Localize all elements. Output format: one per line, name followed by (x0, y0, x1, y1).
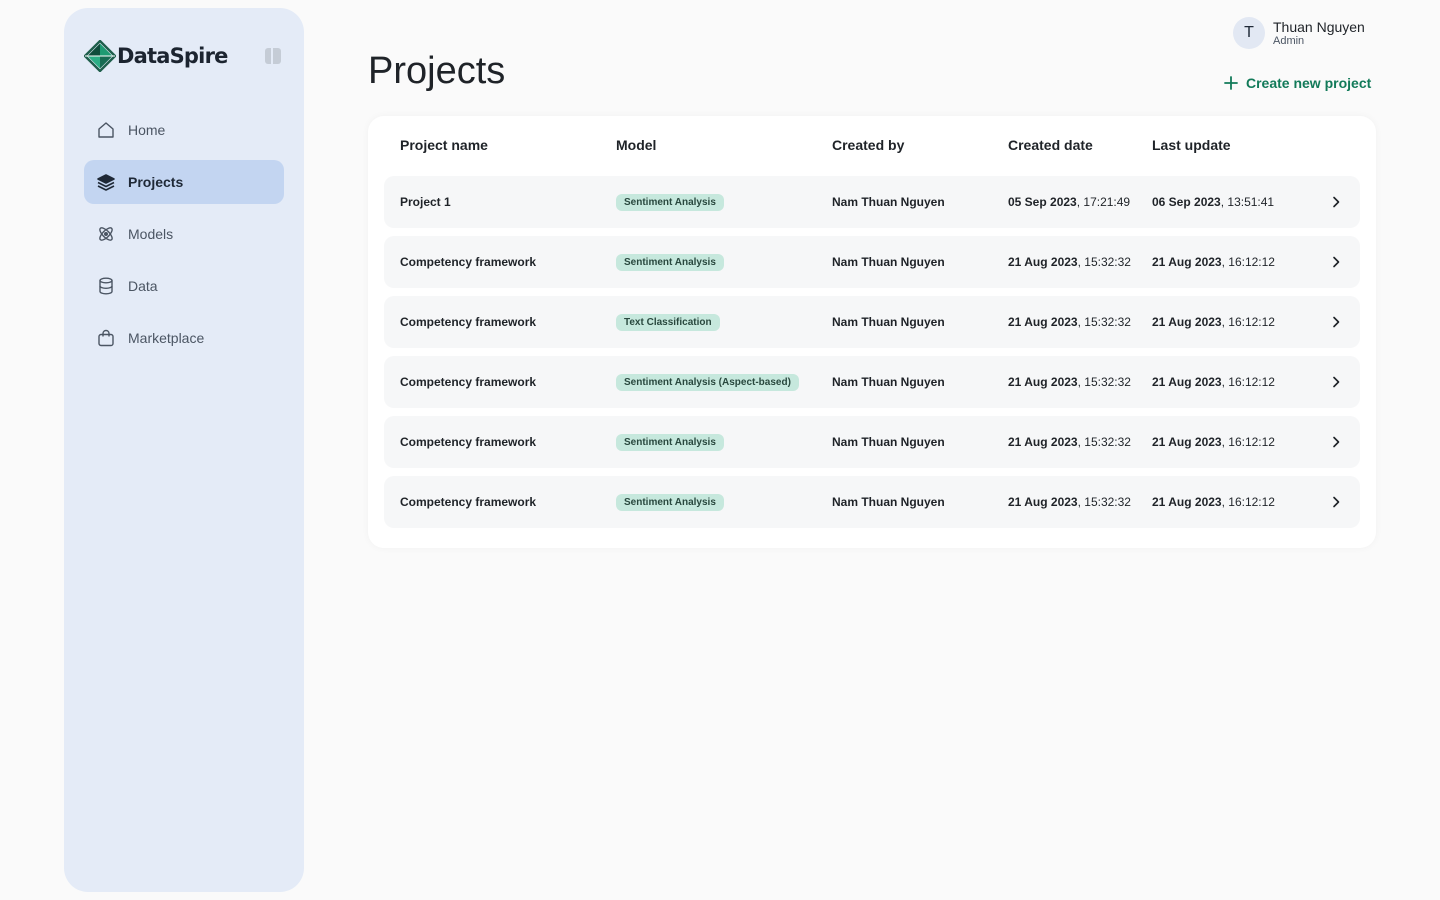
sidebar-item-label: Marketplace (128, 330, 205, 346)
table-header: Project name Model Created by Created da… (368, 134, 1376, 158)
table-body: Project 1 Sentiment Analysis Nam Thuan N… (384, 176, 1360, 536)
user-role: Admin (1273, 34, 1305, 47)
project-name: Competency framework (400, 375, 537, 389)
table-row[interactable]: Project 1 Sentiment Analysis Nam Thuan N… (384, 176, 1360, 228)
sidebar-item-home[interactable]: Home (84, 108, 284, 152)
column-header-project-name[interactable]: Project name (400, 137, 488, 153)
sidebar-item-label: Home (128, 122, 166, 138)
created-by: Nam Thuan Nguyen (832, 255, 945, 269)
sidebar-collapse-icon[interactable] (264, 47, 282, 65)
sidebar-item-label: Models (128, 226, 174, 242)
sidebar-item-label: Projects (128, 174, 184, 190)
chevron-right-icon[interactable] (1328, 356, 1344, 408)
column-header-model[interactable]: Model (616, 137, 656, 153)
created-by: Nam Thuan Nguyen (832, 495, 945, 509)
created-date: 21 Aug 2023, 15:32:32 (1008, 315, 1131, 329)
sidebar-nav: Home Projects Models Data Marketplace (84, 108, 284, 368)
created-date: 21 Aug 2023, 15:32:32 (1008, 495, 1131, 509)
created-date: 21 Aug 2023, 15:32:32 (1008, 375, 1131, 389)
created-by: Nam Thuan Nguyen (832, 375, 945, 389)
projects-table: Project name Model Created by Created da… (368, 116, 1376, 548)
sidebar-item-label: Data (128, 278, 158, 294)
brand[interactable]: DataSpire (84, 40, 228, 72)
dataspire-logo-icon (84, 40, 116, 72)
chevron-right-icon[interactable] (1328, 176, 1344, 228)
last-update: 21 Aug 2023, 16:12:12 (1152, 435, 1275, 449)
table-row[interactable]: Competency framework Sentiment Analysis … (384, 416, 1360, 468)
last-update: 21 Aug 2023, 16:12:12 (1152, 315, 1275, 329)
project-name: Competency framework (400, 435, 537, 449)
model-badge: Sentiment Analysis (616, 493, 724, 511)
created-date: 05 Sep 2023, 17:21:49 (1008, 195, 1131, 209)
database-icon (96, 276, 116, 296)
create-project-button[interactable]: Create new project (1224, 75, 1371, 91)
sidebar-item-models[interactable]: Models (84, 212, 284, 256)
last-update: 21 Aug 2023, 16:12:12 (1152, 255, 1275, 269)
model-badge: Sentiment Analysis (616, 433, 724, 451)
chevron-right-icon[interactable] (1328, 236, 1344, 288)
chevron-right-icon[interactable] (1328, 296, 1344, 348)
create-project-label: Create new project (1246, 75, 1372, 91)
model-badge: Sentiment Analysis (Aspect-based) (616, 373, 799, 391)
chevron-right-icon[interactable] (1328, 416, 1344, 468)
layers-icon (96, 172, 116, 192)
created-by: Nam Thuan Nguyen (832, 435, 945, 449)
created-date: 21 Aug 2023, 15:32:32 (1008, 255, 1131, 269)
table-row[interactable]: Competency framework Text Classification… (384, 296, 1360, 348)
shopping-bag-icon (96, 328, 116, 348)
column-header-created-by[interactable]: Created by (832, 137, 904, 153)
created-by: Nam Thuan Nguyen (832, 315, 945, 329)
model-badge: Text Classification (616, 313, 720, 331)
table-row[interactable]: Competency framework Sentiment Analysis … (384, 476, 1360, 528)
sidebar-item-projects[interactable]: Projects (84, 160, 284, 204)
last-update: 21 Aug 2023, 16:12:12 (1152, 495, 1275, 509)
table-row[interactable]: Competency framework Sentiment Analysis … (384, 356, 1360, 408)
table-row[interactable]: Competency framework Sentiment Analysis … (384, 236, 1360, 288)
page-title: Projects (368, 50, 506, 92)
created-by: Nam Thuan Nguyen (832, 195, 945, 209)
last-update: 21 Aug 2023, 16:12:12 (1152, 375, 1275, 389)
avatar: T (1233, 17, 1265, 49)
project-name: Competency framework (400, 255, 537, 269)
atom-icon (96, 224, 116, 244)
user-menu[interactable]: T Thuan Nguyen Admin (1233, 17, 1365, 49)
sidebar-item-data[interactable]: Data (84, 264, 284, 308)
project-name: Project 1 (400, 195, 451, 209)
model-badge: Sentiment Analysis (616, 193, 724, 211)
last-update: 06 Sep 2023, 13:51:41 (1152, 195, 1275, 209)
user-name: Thuan Nguyen (1273, 18, 1365, 35)
column-header-last-update[interactable]: Last update (1152, 137, 1231, 153)
sidebar-item-marketplace[interactable]: Marketplace (84, 316, 284, 360)
brand-name: DataSpire (117, 44, 228, 68)
chevron-right-icon[interactable] (1328, 476, 1344, 528)
plus-icon (1224, 76, 1238, 90)
column-header-created-date[interactable]: Created date (1008, 137, 1093, 153)
sidebar: DataSpire Home Projects Models Data Mark… (64, 8, 304, 892)
project-name: Competency framework (400, 315, 537, 329)
project-name: Competency framework (400, 495, 537, 509)
home-icon (96, 120, 116, 140)
created-date: 21 Aug 2023, 15:32:32 (1008, 435, 1131, 449)
model-badge: Sentiment Analysis (616, 253, 724, 271)
